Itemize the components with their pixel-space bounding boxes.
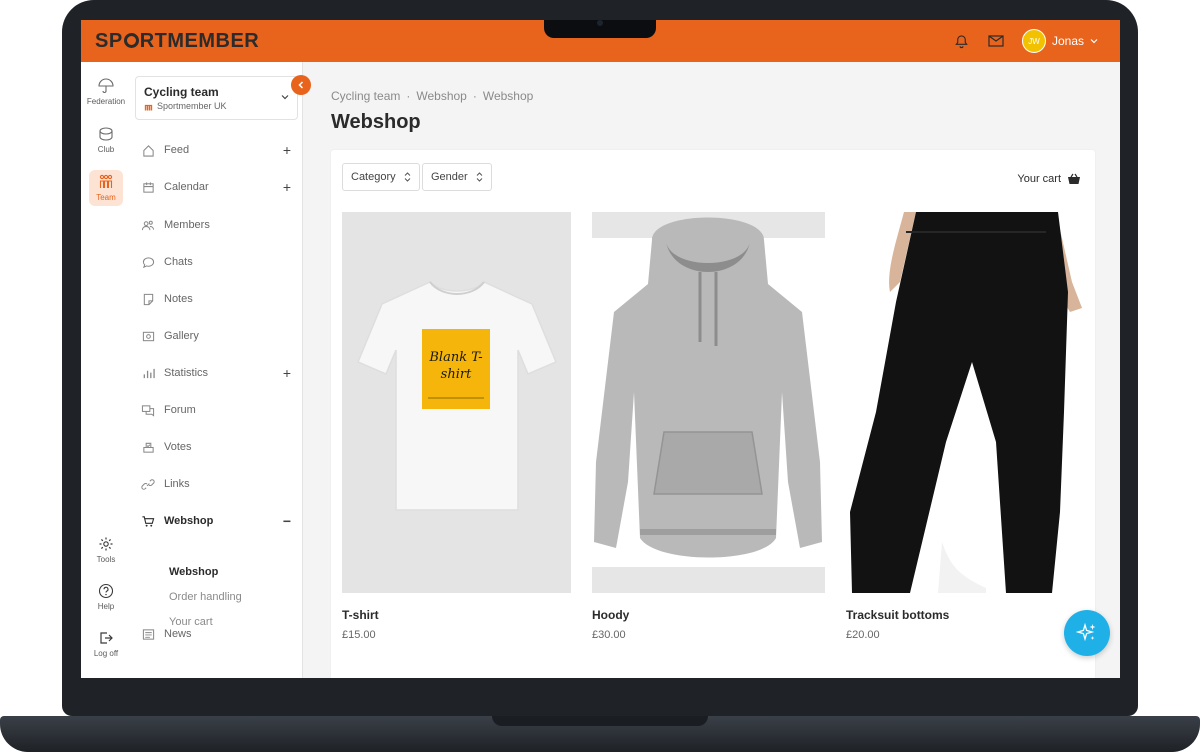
user-menu[interactable]: JW Jonas: [1021, 29, 1098, 53]
product-price: £30.00: [592, 629, 626, 641]
breadcrumb: Cycling team · Webshop · Webshop: [331, 89, 533, 103]
team-icon: [144, 104, 153, 110]
rail-team[interactable]: Team: [89, 170, 123, 206]
nav-item-members[interactable]: Members: [141, 215, 291, 235]
nav-item-calendar[interactable]: Calendar +: [141, 177, 291, 197]
product-name[interactable]: T-shirt: [342, 608, 379, 622]
tshirt-print-text: Blank T-shirt: [429, 350, 483, 382]
nav-item-feed[interactable]: Feed +: [141, 140, 291, 160]
nav-item-statistics[interactable]: Statistics +: [141, 363, 291, 383]
rail-label: Tools: [96, 555, 116, 564]
expand-icon[interactable]: +: [283, 365, 291, 381]
chevron-down-icon: [1090, 39, 1098, 44]
log-off-icon: [100, 632, 113, 644]
camera: [597, 20, 603, 26]
news-icon: [142, 628, 154, 640]
club-icon: [99, 127, 113, 141]
expand-icon[interactable]: +: [283, 179, 291, 195]
link-icon: [141, 478, 155, 490]
rail-tools[interactable]: Tools: [89, 536, 123, 564]
product-price: £15.00: [342, 629, 376, 641]
gender-filter[interactable]: Gender: [422, 163, 492, 191]
side-navigation: Cycling team Sportmember UK Feed + Calend…: [131, 62, 311, 678]
rail-club[interactable]: Club: [89, 126, 123, 154]
page-title: Webshop: [331, 111, 421, 133]
collapse-sidebar-button[interactable]: [291, 75, 311, 95]
gear-icon: [99, 537, 113, 551]
basket-icon: [1068, 173, 1080, 184]
nav-item-votes[interactable]: Votes: [141, 437, 291, 457]
cart-icon: [142, 515, 155, 527]
rail-log-off[interactable]: Log off: [89, 630, 123, 658]
nav-item-gallery[interactable]: Gallery: [141, 326, 291, 346]
rail-label: Log off: [93, 649, 119, 658]
collapse-icon[interactable]: −: [283, 513, 291, 529]
app-screen: SP RTMEMBER JW Jonas Federation Club Tea…: [81, 20, 1120, 678]
vote-icon: [142, 442, 154, 453]
nav-item-chats[interactable]: Chats: [141, 252, 291, 272]
product-image[interactable]: [846, 212, 1082, 593]
expand-icon[interactable]: +: [283, 142, 291, 158]
rail-label: Club: [97, 145, 115, 154]
sub-item-order-handling[interactable]: Order handling: [169, 591, 242, 603]
team-icon: [99, 174, 113, 188]
breadcrumb-separator: ·: [406, 89, 411, 103]
calendar-icon: [142, 181, 154, 193]
sparkle-icon: [1076, 622, 1096, 642]
mail-icon[interactable]: [988, 33, 1004, 49]
rail-federation[interactable]: Federation: [86, 78, 126, 106]
webshop-panel: Category Gender Your cart Blank T-shirt …: [331, 150, 1095, 678]
nav-item-webshop[interactable]: Webshop −: [141, 511, 291, 531]
your-cart-button[interactable]: Your cart: [1017, 173, 1081, 185]
help-icon: [98, 583, 114, 599]
note-icon: [143, 293, 153, 305]
rail-label: Help: [97, 602, 115, 611]
home-icon: [142, 144, 154, 157]
team-club: Sportmember UK: [144, 101, 227, 111]
nav-item-forum[interactable]: Forum: [141, 400, 291, 420]
gallery-icon: [142, 331, 154, 341]
bell-icon[interactable]: [954, 33, 970, 49]
product-name[interactable]: Tracksuit bottoms: [846, 608, 949, 622]
category-filter[interactable]: Category: [342, 163, 420, 191]
breadcrumb-item[interactable]: Webshop: [483, 89, 533, 103]
members-icon: [141, 220, 155, 230]
nav-item-links[interactable]: Links: [141, 474, 291, 494]
avatar: JW: [1021, 29, 1046, 53]
breadcrumb-separator: ·: [472, 89, 477, 103]
breadcrumb-item[interactable]: Webshop: [416, 89, 466, 103]
logo[interactable]: SP RTMEMBER: [95, 30, 259, 53]
sort-icon: [404, 172, 410, 182]
chevron-down-icon: [281, 95, 289, 100]
team-selector[interactable]: Cycling team Sportmember UK: [135, 76, 298, 120]
sub-item-webshop[interactable]: Webshop: [169, 566, 218, 578]
nav-item-notes[interactable]: Notes: [141, 289, 291, 309]
laptop-base-groove: [492, 716, 708, 726]
rail-help[interactable]: Help: [89, 583, 123, 611]
product-price: £20.00: [846, 629, 880, 641]
umbrella-icon: [98, 78, 114, 93]
nav-item-news[interactable]: News: [141, 624, 291, 644]
chevron-left-icon: [298, 81, 304, 89]
team-name: Cycling team: [144, 85, 219, 99]
module-rail: Federation Club Team Tools Help Log off: [81, 62, 132, 678]
statistics-icon: [143, 368, 155, 378]
chat-icon: [142, 256, 154, 268]
forum-icon: [141, 404, 155, 417]
product-image[interactable]: Blank T-shirt: [342, 212, 571, 593]
ai-assistant-button[interactable]: [1064, 610, 1110, 656]
breadcrumb-item[interactable]: Cycling team: [331, 89, 400, 103]
rail-label: Team: [96, 193, 116, 202]
user-name: Jonas: [1051, 34, 1084, 48]
rail-label: Federation: [86, 97, 126, 106]
main-content: Cycling team · Webshop · Webshop Webshop…: [331, 62, 1120, 678]
product-name[interactable]: Hoody: [592, 608, 629, 622]
sort-icon: [476, 172, 483, 182]
product-image[interactable]: [592, 212, 825, 593]
